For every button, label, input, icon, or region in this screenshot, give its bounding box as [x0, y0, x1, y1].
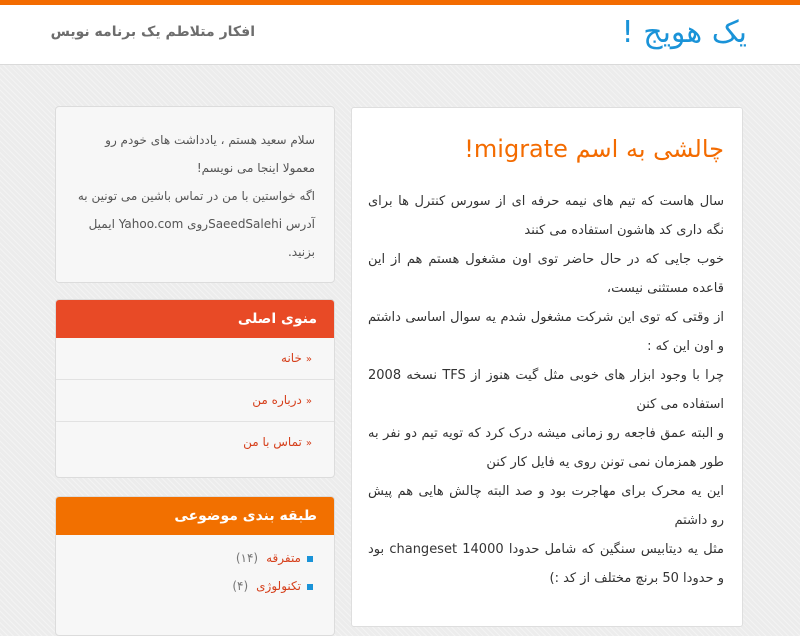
post-body: سال هاست که تیم های نیمه حرفه ای از سورس… — [368, 187, 724, 593]
site-header: یک هویج ! افکار متلاطم یک برنامه نویس — [0, 5, 800, 65]
arrow-left-icon: « — [305, 354, 312, 365]
arrow-left-icon: « — [305, 396, 312, 407]
arrow-left-icon: « — [305, 438, 312, 449]
about-text: سلام سعید هستم ، یادداشت های خودم رو معم… — [75, 126, 315, 266]
category-label: تکنولوژی — [256, 579, 301, 593]
main-menu-list: «خانه «درباره من «تماس با من — [56, 338, 334, 463]
post-paragraph: مثل یه دیتابیس سنگین که شامل حدودا chang… — [368, 542, 724, 586]
menu-item-home[interactable]: «خانه — [56, 338, 334, 380]
post-paragraph: خوب جایی که در حال حاضر توی اون مشغول هس… — [368, 252, 724, 296]
post-paragraph: سال هاست که تیم های نیمه حرفه ای از سورس… — [368, 194, 724, 238]
menu-item-label: تماس با من — [243, 435, 302, 449]
main-menu-title: منوی اصلی — [56, 300, 334, 338]
site-title[interactable]: یک هویج ! — [622, 14, 747, 52]
category-count: (۴) — [232, 579, 249, 593]
category-item[interactable]: متفرقه (۱۴) — [56, 544, 334, 572]
menu-item-label: خانه — [281, 351, 302, 365]
about-line: اگه خواستین با من در تماس باشین می تونین… — [77, 189, 315, 259]
category-count: (۱۴) — [235, 551, 259, 565]
category-title: طبقه بندی موضوعی — [56, 497, 334, 535]
post-title[interactable]: چالشی به اسم migrate! — [464, 134, 724, 164]
post-paragraph: و البته عمق فاجعه رو زمانی میشه درک کرد … — [368, 426, 724, 470]
category-widget: طبقه بندی موضوعی متفرقه (۱۴) تکنولوژی (۴) — [55, 496, 335, 636]
main-menu-widget: منوی اصلی «خانه «درباره من «تماس با من — [55, 299, 335, 478]
menu-item-contact[interactable]: «تماس با من — [56, 422, 334, 463]
post-article: چالشی به اسم migrate! سال هاست که تیم ها… — [351, 107, 743, 627]
post-paragraph: چرا با وجود ابزار های خوبی مثل گیت هنوز … — [368, 368, 724, 412]
category-label: متفرقه — [266, 551, 301, 565]
category-item[interactable]: تکنولوژی (۴) — [56, 572, 334, 600]
site-tagline: افکار متلاطم یک برنامه نویس — [50, 24, 255, 40]
about-widget: سلام سعید هستم ، یادداشت های خودم رو معم… — [55, 106, 335, 283]
menu-item-label: درباره من — [252, 393, 302, 407]
post-paragraph: از وقتی که توی این شرکت مشغول شدم یه سوا… — [368, 310, 724, 354]
square-bullet-icon — [307, 583, 313, 590]
about-line: سلام سعید هستم ، یادداشت های خودم رو معم… — [105, 133, 315, 175]
menu-item-about[interactable]: «درباره من — [56, 380, 334, 422]
category-list: متفرقه (۱۴) تکنولوژی (۴) — [56, 535, 334, 600]
square-bullet-icon — [307, 555, 313, 562]
post-paragraph: این یه محرک برای مهاجرت بود و صد البته چ… — [368, 484, 724, 528]
